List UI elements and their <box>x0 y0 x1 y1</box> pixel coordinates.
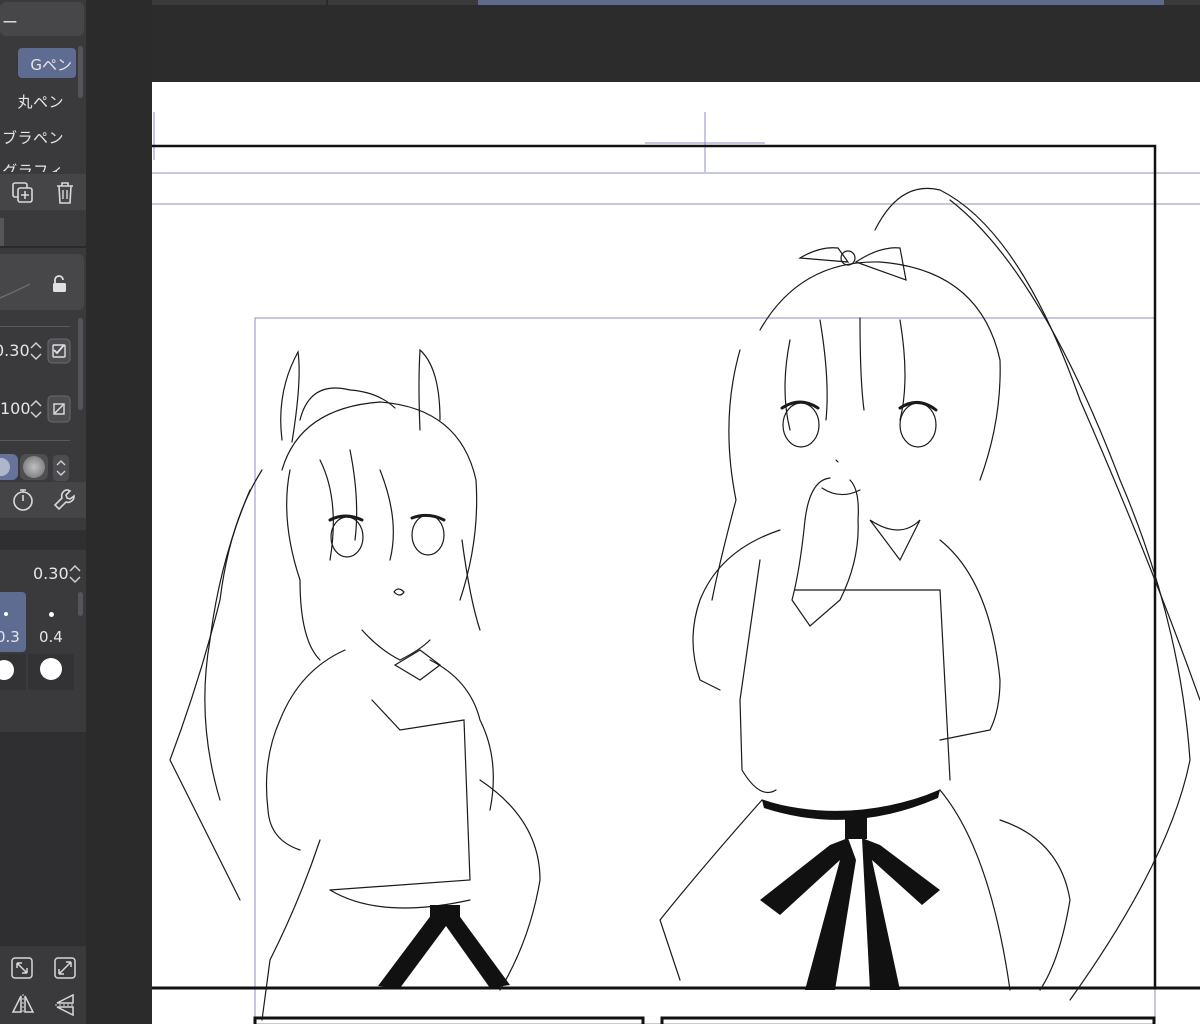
size-preset-large-b[interactable] <box>28 654 74 690</box>
tool-settings-bar <box>0 482 86 518</box>
panel-section-divider <box>0 530 86 550</box>
panel-lower-area <box>0 700 86 730</box>
brush-item-label: 丸ペン <box>17 93 64 111</box>
presets-scrollbar[interactable] <box>78 592 83 616</box>
panel-tab-divider <box>0 246 86 248</box>
brush-item-label: リグラフィ <box>0 162 64 172</box>
character-left-lineart <box>169 348 541 1021</box>
brush-size-value[interactable]: 0.30 <box>0 341 30 360</box>
size-preset-0-4[interactable]: 0.4 <box>28 592 74 652</box>
panel-borders <box>152 144 1200 1024</box>
size-preset-large-a[interactable] <box>0 654 26 690</box>
property-scrollbar[interactable] <box>78 318 83 410</box>
character-right-lineart <box>659 187 1200 1001</box>
flip-horizontal-icon[interactable] <box>10 992 36 1020</box>
panel-empty-area <box>0 732 86 946</box>
transform-tools <box>0 948 86 1024</box>
brush-item-label: カブラペン <box>0 129 64 147</box>
size-slider-row: 0.30 <box>0 556 86 590</box>
opacity-value[interactable]: 100 <box>0 399 31 418</box>
resize-icon[interactable] <box>10 956 34 984</box>
divider <box>0 440 70 441</box>
divider <box>0 326 70 327</box>
manga-page[interactable] <box>152 82 1200 1024</box>
brush-item-calligraphy[interactable]: リグラフィ <box>0 160 64 172</box>
tool-panel: ー Gペン 丸ペン カブラペン リグラフィ <box>0 0 86 1024</box>
brush-tip-soft[interactable] <box>20 454 48 480</box>
brush-tip-hard[interactable] <box>0 454 18 480</box>
brush-tip-row <box>0 452 86 482</box>
brush-size-row: 0.30 <box>0 334 80 368</box>
fit-icon[interactable] <box>53 956 77 984</box>
brush-item-g-pen[interactable]: Gペン <box>18 48 76 78</box>
brush-actions-bar <box>0 174 86 210</box>
size-slider-value[interactable]: 0.30 <box>33 564 69 583</box>
size-preset-label: 0.4 <box>39 628 63 646</box>
brush-item-label: Gペン <box>30 56 72 74</box>
wrench-icon[interactable] <box>52 487 78 517</box>
stepper-icon[interactable] <box>53 455 69 485</box>
opacity-row: 100 <box>0 392 80 426</box>
character-left-ribbon <box>378 905 510 988</box>
brush-stroke-preview <box>0 254 84 310</box>
stepper-icon[interactable] <box>29 339 43 367</box>
trash-icon[interactable] <box>54 181 76 209</box>
brush-list-scrollbar[interactable] <box>78 46 83 98</box>
panel-header[interactable]: ー <box>0 2 84 36</box>
lock-icon[interactable] <box>50 274 70 298</box>
duplicate-icon[interactable] <box>11 181 35 209</box>
stopwatch-icon[interactable] <box>10 487 36 517</box>
drawing-canvas[interactable] <box>152 82 1200 1024</box>
canvas-top-area <box>152 0 1200 82</box>
size-preset-label: 0.3 <box>0 628 20 646</box>
size-preset-0-3[interactable]: 0.3 <box>0 592 26 652</box>
stepper-icon[interactable] <box>29 397 43 425</box>
brush-list: Gペン 丸ペン カブラペン リグラフィ <box>0 44 78 172</box>
tab-divider <box>326 0 328 5</box>
size-presets: 0.3 0.4 <box>0 592 86 692</box>
stepper-icon[interactable] <box>68 562 82 590</box>
panel-header-label: ー <box>2 13 19 32</box>
panel-tab[interactable] <box>0 218 4 246</box>
flip-vertical-icon[interactable] <box>53 992 77 1022</box>
character-right-ribbon <box>760 790 940 990</box>
tab-active-indicator[interactable] <box>478 0 1164 5</box>
check-icon[interactable] <box>47 338 71 368</box>
no-entry-icon[interactable] <box>47 395 71 427</box>
brush-item-round-pen[interactable]: 丸ペン <box>17 91 64 112</box>
guide-lines <box>152 112 1200 1024</box>
brush-item-kabura-pen[interactable]: カブラペン <box>0 127 64 148</box>
panel-gutter <box>86 0 152 1024</box>
